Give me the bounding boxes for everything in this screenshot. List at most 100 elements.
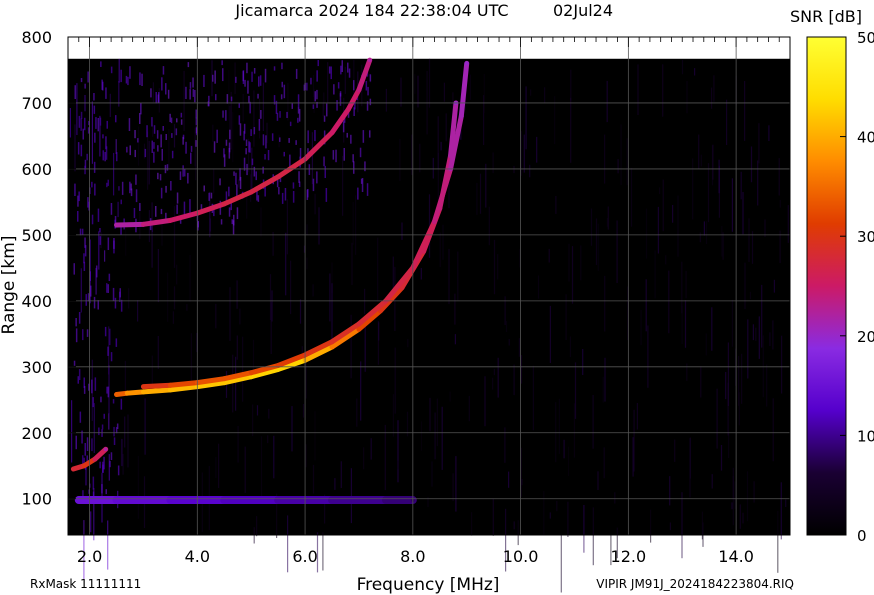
noise-streak [414,74,416,94]
noise-streak [592,395,594,449]
diffuse-echo [239,176,242,189]
noise-streak [725,372,727,400]
noise-streak [122,453,124,475]
noise-streak [590,208,593,246]
noise-streak [746,471,749,522]
noise-streak [212,124,214,142]
noise-streak [614,492,616,504]
diffuse-echo [112,399,115,404]
noise-streak [151,355,153,389]
noise-streak [592,507,594,566]
noise-streak [144,398,146,455]
diffuse-echo [258,119,261,131]
noise-streak [327,62,329,104]
diffuse-echo [220,219,223,225]
noise-streak [513,364,515,396]
noise-streak [662,179,664,232]
noise-streak [523,134,525,173]
noise-streak [440,141,442,151]
noise-streak [497,357,499,398]
noise-streak [726,99,728,145]
noise-streak [113,152,115,196]
noise-streak [128,288,130,309]
diffuse-echo [346,132,348,138]
noise-streak [659,187,661,195]
noise-streak [681,261,683,314]
diffuse-echo [185,141,187,154]
trace-point [346,107,351,112]
diffuse-echo [134,149,136,158]
diffuse-echo [153,125,156,134]
noise-streak [452,473,454,502]
diffuse-echo [291,103,293,109]
diffuse-echo [336,100,338,111]
diffuse-echo [151,140,153,153]
noise-streak [378,322,380,341]
noise-streak [173,206,176,268]
diffuse-echo [121,181,124,195]
diffuse-echo [100,61,102,67]
diffuse-echo [257,195,260,202]
diffuse-echo [230,96,233,102]
noise-streak [570,97,572,163]
diffuse-echo [232,220,235,235]
noise-streak [626,138,628,186]
diffuse-echo [248,95,250,104]
noise-streak [684,300,687,348]
noise-streak [674,439,676,462]
noise-streak [749,291,751,299]
noise-streak [273,435,275,479]
diffuse-echo [151,117,153,127]
noise-streak [71,400,73,463]
diffuse-echo [73,263,75,275]
noise-streak [109,93,111,117]
diffuse-echo [212,74,214,82]
chart-title: Jicamarca 2024 184 22:38:04 UTC [234,1,508,20]
noise-streak [595,218,598,265]
diffuse-echo [135,189,138,203]
noise-streak [364,339,366,362]
noise-streak [167,272,169,322]
diffuse-echo [194,90,196,103]
diffuse-echo [246,163,248,176]
noise-streak [597,223,599,271]
noise-streak [484,376,486,427]
noise-streak [469,74,471,100]
diffuse-echo [92,397,94,408]
noise-streak [705,221,708,244]
noise-streak [757,160,759,206]
diffuse-echo [195,117,198,126]
diffuse-echo [189,199,191,213]
noise-streak [492,377,494,390]
noise-streak [741,353,743,404]
diffuse-echo [249,101,251,114]
diffuse-echo [214,70,216,84]
noise-streak [493,368,495,376]
diffuse-echo [155,206,157,217]
noise-streak [713,75,715,102]
diffuse-echo [93,93,95,101]
noise-streak [755,327,757,341]
x-tick-label: 10.0 [503,547,539,566]
noise-streak [571,246,574,304]
diffuse-echo [80,118,82,131]
diffuse-echo [367,86,369,96]
noise-streak [218,443,220,488]
noise-streak [727,382,729,436]
noise-streak [604,357,606,402]
diffuse-echo [170,181,172,191]
trace-point [222,201,227,206]
diffuse-echo [258,76,260,87]
noise-streak [157,249,159,303]
diffuse-echo [278,187,280,195]
diffuse-echo [286,111,288,118]
diffuse-echo [83,386,86,394]
diffuse-echo [103,413,105,419]
diffuse-echo [80,78,83,83]
trace-segment [140,387,173,395]
noise-streak [127,414,129,468]
diffuse-echo [260,110,262,119]
noise-streak [681,492,683,559]
diffuse-echo [238,103,240,108]
noise-streak [712,144,714,180]
